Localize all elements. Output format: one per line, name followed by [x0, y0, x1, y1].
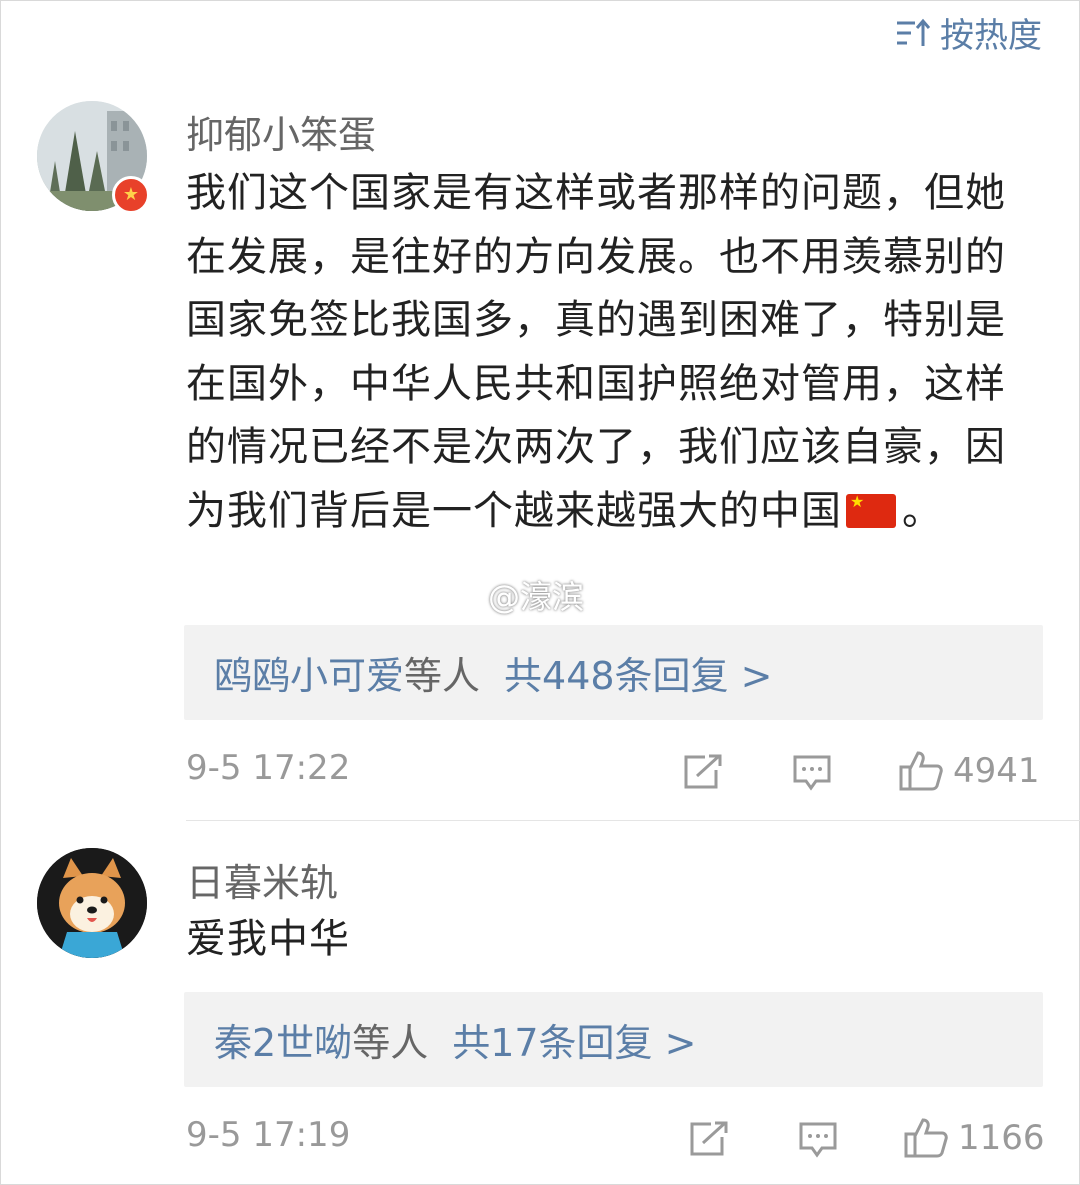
comment-text: 爱我中华 [186, 916, 350, 962]
reply-names[interactable]: 鸥鸥小可爱 [214, 645, 404, 700]
replies-summary[interactable]: 秦2世呦 等人 共17条回复 > [184, 992, 1043, 1087]
sort-icon [896, 18, 930, 48]
like-count: 1166 [958, 1118, 1045, 1158]
comment-button[interactable] [798, 1121, 838, 1159]
reply-etc: 等人 [404, 654, 481, 698]
watermark: @濠滨 [488, 578, 585, 616]
like-count: 4941 [953, 751, 1040, 791]
reply-total[interactable]: 共448条回复 > [504, 645, 772, 700]
comment-text: 我们这个国家是有这样或者那样的问题，但她在发展，是往好的方向发展。也不用羡慕别的… [186, 170, 1006, 534]
thumbs-up-icon [904, 1118, 948, 1158]
comment-icon [799, 1122, 837, 1158]
reply-total[interactable]: 共17条回复 > [452, 1012, 696, 1067]
sort-bar: 按热度 [0, 0, 1080, 60]
comment-meta: 9-5 17:19 1166 [186, 1115, 1045, 1165]
thumbs-up-icon [899, 751, 943, 791]
comment-time: 9-5 17:22 [186, 748, 351, 788]
china-flag-icon: ★ [846, 493, 896, 528]
comment-icon [793, 755, 831, 791]
comment-meta: 9-5 17:22 4941 [186, 748, 1042, 798]
share-button[interactable] [689, 1121, 729, 1157]
like-button[interactable]: 1166 [904, 1117, 1045, 1159]
share-icon [684, 754, 722, 789]
avatar[interactable] [37, 848, 147, 958]
reply-etc: 等人 [352, 1021, 429, 1065]
like-button[interactable]: 4941 [899, 750, 1040, 792]
sort-by-hot-button[interactable]: 按热度 [896, 8, 1042, 57]
comment-time: 9-5 17:19 [186, 1115, 351, 1155]
replies-summary[interactable]: 鸥鸥小可爱 等人 共448条回复 > [184, 625, 1043, 720]
comment-username[interactable]: 日暮米轨 [186, 852, 338, 907]
avatar-image [37, 848, 147, 958]
share-button[interactable] [683, 754, 723, 790]
comment-username[interactable]: 抑郁小笨蛋 [186, 104, 376, 159]
sort-label: 按热度 [940, 16, 1042, 56]
avatar[interactable]: ★ [37, 101, 150, 214]
share-icon [690, 1121, 728, 1156]
comment-divider [186, 820, 1080, 821]
verified-badge-icon: ★ [112, 176, 150, 214]
comment-button[interactable] [792, 754, 832, 792]
reply-names[interactable]: 秦2世呦 [214, 1012, 352, 1067]
